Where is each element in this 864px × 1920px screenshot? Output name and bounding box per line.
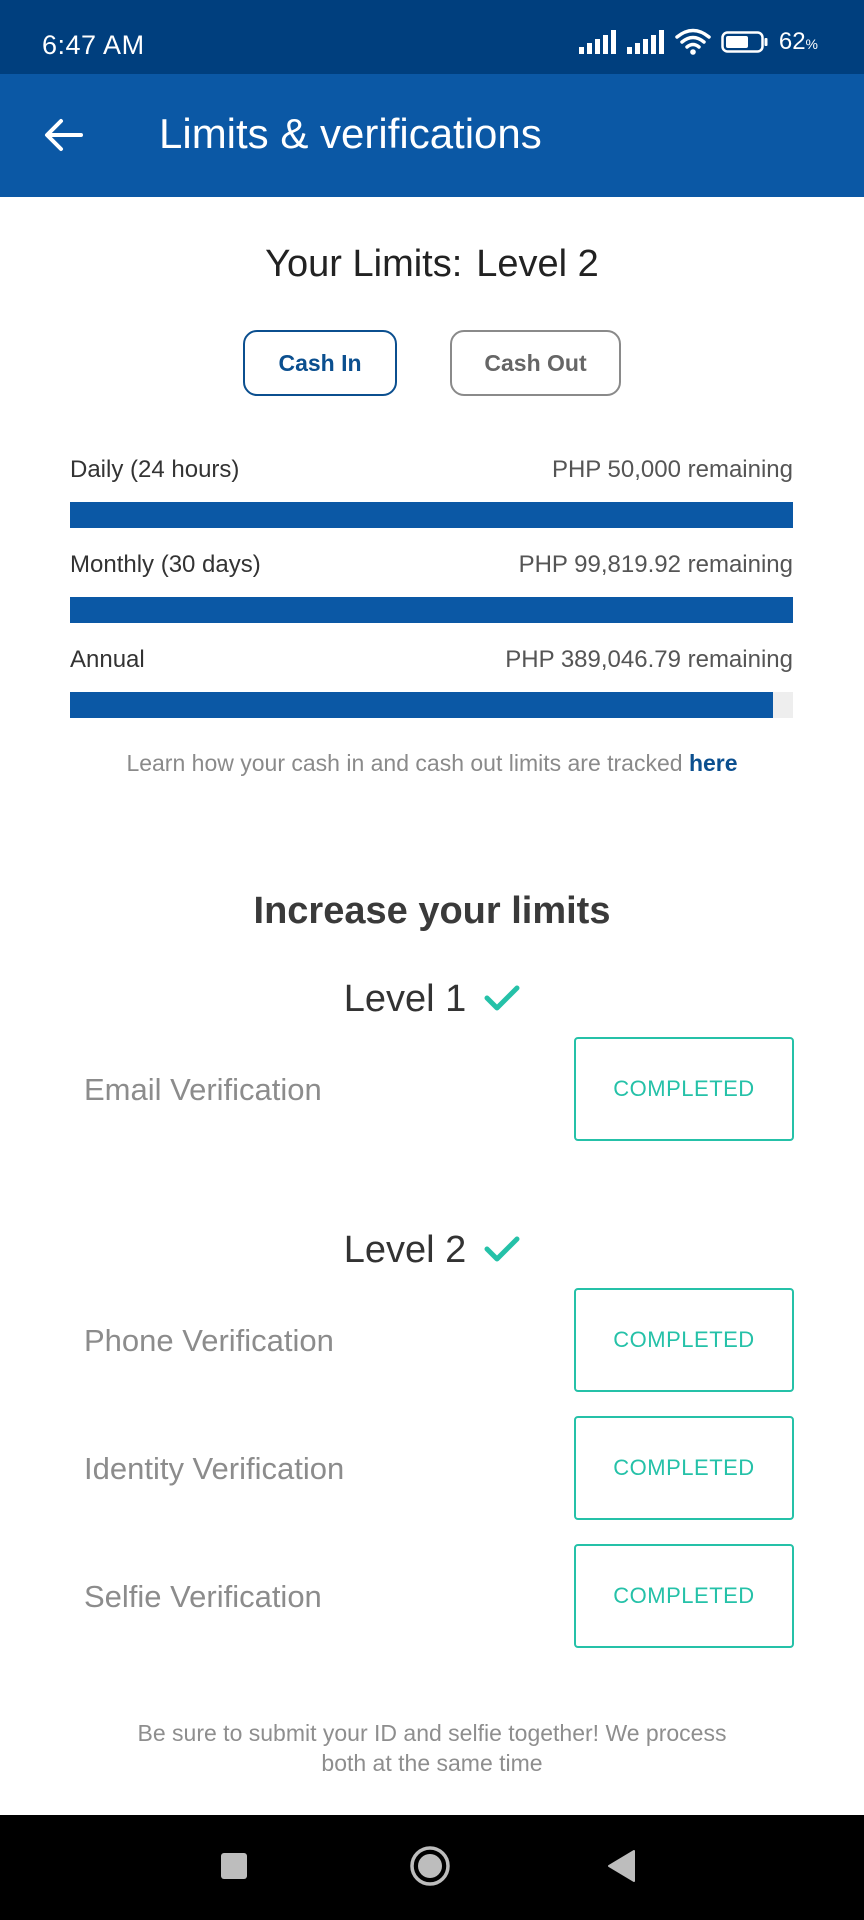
limit-progress-bar (70, 597, 793, 623)
status-bar: 6:47 AM 62% (0, 0, 864, 74)
verification-label-selfie: Selfie Verification (84, 1579, 322, 1614)
status-time: 6:47 AM (42, 30, 145, 60)
app-bar: Limits & verifications (0, 74, 864, 197)
identity-verification-status-button[interactable]: COMPLETED (574, 1416, 794, 1520)
limit-name: Daily (24 hours) (70, 456, 240, 483)
back-button[interactable] (38, 112, 88, 162)
limit-progress-fill (70, 692, 774, 718)
learn-more-text: Learn how your cash in and cash out limi… (126, 750, 738, 776)
checkmark-icon (484, 979, 520, 1022)
system-nav-bar (0, 1815, 864, 1920)
limit-progress-bar (70, 692, 793, 718)
limit-remaining: PHP 99,819.92 remaining (518, 551, 793, 578)
recents-square-icon[interactable] (219, 1851, 249, 1886)
page-title: Limits & verifications (159, 110, 542, 157)
verification-label-phone: Phone Verification (84, 1323, 334, 1358)
level-1-heading: Level 1 (0, 978, 864, 1022)
wifi-icon (675, 28, 711, 56)
home-circle-icon[interactable] (409, 1845, 451, 1892)
back-triangle-icon[interactable] (606, 1849, 636, 1888)
signal-icon (626, 30, 665, 54)
limits-label: Your Limits: (265, 243, 463, 285)
battery-icon (721, 30, 769, 54)
current-level: Level 2 (476, 243, 599, 285)
email-verification-status-button[interactable]: COMPLETED (574, 1037, 794, 1141)
limits-heading: Your Limits: Level 2 (0, 243, 864, 286)
checkmark-icon (484, 1230, 520, 1273)
battery-percent: 62% (778, 28, 818, 55)
verification-label-identity: Identity Verification (84, 1451, 345, 1486)
tab-cash-out[interactable]: Cash Out (450, 330, 621, 396)
status-icons: 62% (578, 28, 818, 56)
arrow-left-icon (43, 118, 83, 157)
signal-icon (578, 30, 617, 54)
phone-verification-status-button[interactable]: COMPLETED (574, 1288, 794, 1392)
limit-name: Annual (70, 646, 145, 673)
tab-cash-in[interactable]: Cash In (243, 330, 397, 396)
verification-label-email: Email Verification (84, 1072, 322, 1107)
increase-limits-heading: Increase your limits (253, 890, 611, 932)
limit-name: Monthly (30 days) (70, 551, 261, 578)
selfie-verification-status-button[interactable]: COMPLETED (574, 1544, 794, 1648)
limit-progress-fill (70, 597, 793, 623)
submission-note: Be sure to submit your ID and selfie tog… (137, 1720, 727, 1776)
limit-remaining: PHP 389,046.79 remaining (505, 646, 793, 673)
limit-progress-fill (70, 502, 793, 528)
limit-progress-bar (70, 502, 793, 528)
limit-remaining: PHP 50,000 remaining (551, 456, 793, 483)
learn-more-link[interactable]: here (689, 750, 738, 776)
level-2-heading: Level 2 (0, 1229, 864, 1273)
